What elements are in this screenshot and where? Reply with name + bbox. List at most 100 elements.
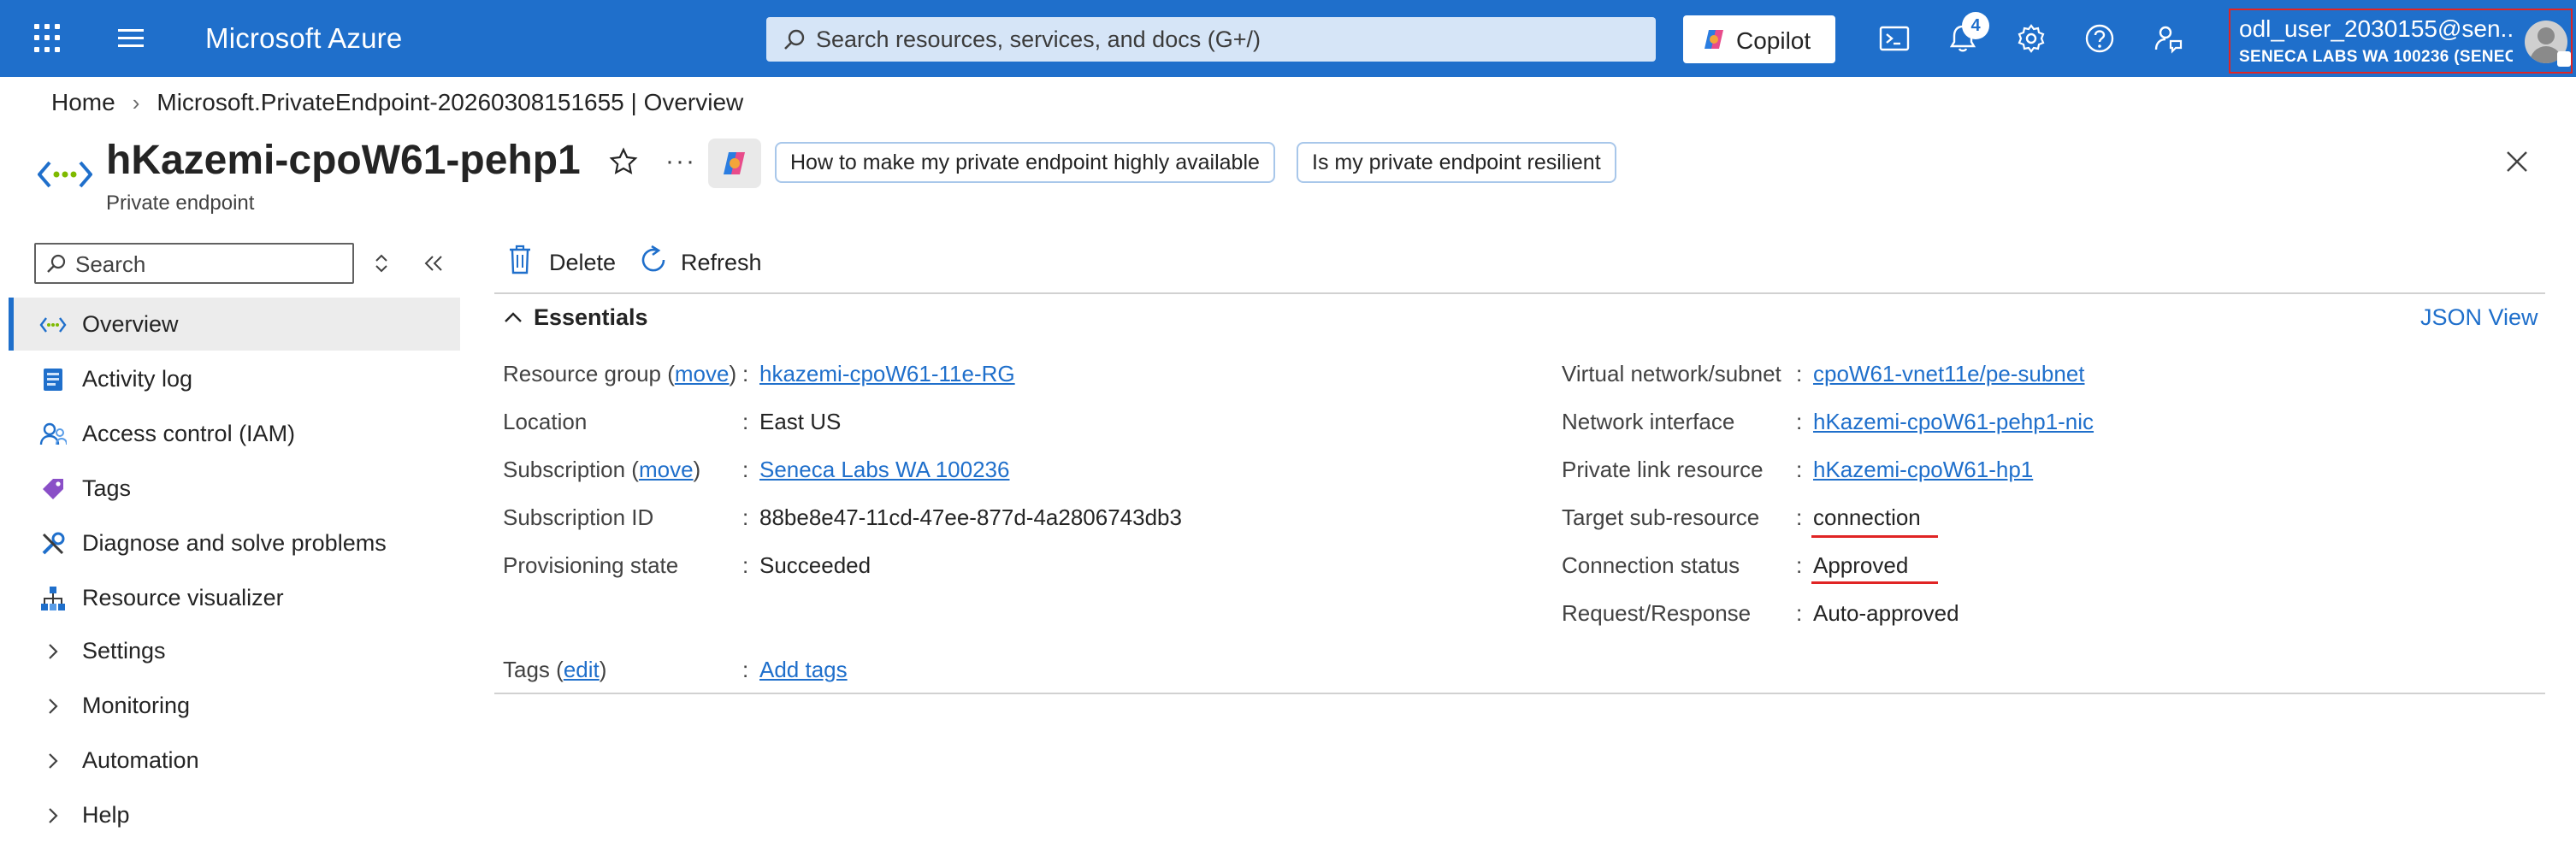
request-response-label: Request/Response [1562, 600, 1752, 626]
nav-item-label: Resource visualizer [82, 585, 284, 610]
connection-status-value: Approved [1813, 552, 1909, 578]
location-value: East US [759, 409, 842, 434]
target-sub-resource-value: connection [1813, 504, 1921, 530]
vnet-subnet-label: Virtual network/subnet [1562, 361, 1781, 386]
colon: : [1796, 552, 1803, 578]
nav-item-label: Monitoring [82, 693, 191, 718]
nav-item-label: Diagnose and solve problems [82, 530, 387, 556]
refresh-button[interactable]: Refresh [638, 245, 766, 279]
edit-tags-link[interactable]: edit [564, 657, 600, 682]
chevron-right-icon [49, 644, 58, 659]
favorite-star-icon[interactable] [609, 147, 638, 176]
resource-visualizer-icon [41, 587, 65, 610]
delete-button[interactable]: Delete [508, 245, 628, 279]
trash-icon [510, 245, 530, 274]
breadcrumb: Home › Microsoft.PrivateEndpoint-2026030… [51, 89, 743, 116]
nav-item-overview[interactable]: Overview [9, 298, 460, 351]
global-search[interactable] [766, 17, 1656, 62]
highlight-underline [1811, 535, 1938, 538]
provisioning-state-label: Provisioning state [503, 552, 679, 578]
nav-item-label: Access control (IAM) [82, 421, 296, 446]
colon: : [1796, 600, 1803, 626]
copilot-prompt-resilient[interactable]: Is my private endpoint resilient [1297, 142, 1616, 183]
network-interface-value[interactable]: hKazemi-cpoW61-pehp1-nic [1813, 409, 2094, 435]
copilot-label: Copilot [1736, 27, 1811, 54]
add-tags-link[interactable]: Add tags [759, 657, 848, 683]
copilot-button[interactable]: Copilot [1683, 15, 1835, 63]
nav-item-resource-visualizer[interactable]: Resource visualizer [9, 571, 460, 624]
nav-item-diagnose[interactable]: Diagnose and solve problems [9, 516, 460, 569]
private-link-resource-label: Private link resource [1562, 457, 1764, 482]
chevron-right-icon [49, 699, 58, 714]
activity-log-icon [44, 369, 62, 391]
nav-group-monitoring[interactable]: Monitoring [9, 679, 460, 732]
lock-icon [2557, 51, 2571, 67]
resource-group-value[interactable]: hkazemi-cpoW61-11e-RG [759, 361, 1015, 387]
subscription-value[interactable]: Seneca Labs WA 100236 [759, 457, 1009, 483]
tags-label: Tags (edit) [503, 657, 607, 682]
more-options-icon[interactable]: ··· [665, 147, 696, 176]
move-resource-group-link[interactable]: move [675, 361, 730, 386]
search-icon [47, 254, 66, 273]
copilot-prompt-high-availability[interactable]: How to make my private endpoint highly a… [775, 142, 1275, 183]
colon: : [742, 409, 749, 434]
access-control-icon [39, 422, 67, 445]
feedback-icon[interactable] [2150, 21, 2186, 56]
highlight-underline [1811, 581, 1938, 584]
nav-search-input[interactable] [75, 251, 349, 277]
nav-search[interactable] [34, 243, 354, 284]
account-manager[interactable]: odl_user_2030155@sen... SENECA LABS WA 1… [2229, 9, 2573, 74]
help-icon[interactable] [2082, 21, 2118, 56]
nav-item-label: Settings [82, 638, 166, 664]
nav-group-help[interactable]: Help [9, 788, 460, 841]
app-launcher-icon[interactable] [34, 24, 63, 53]
expand-collapse-icon[interactable] [371, 251, 392, 275]
nav-item-label: Activity log [82, 366, 193, 392]
colon: : [742, 504, 749, 530]
connection-status-label: Connection status [1562, 552, 1740, 578]
nav-item-tags[interactable]: Tags [9, 462, 460, 515]
colon: : [742, 457, 749, 482]
toolbar-divider [494, 292, 2545, 294]
cloud-shell-icon[interactable] [1876, 21, 1912, 56]
nav-item-access-control[interactable]: Access control (IAM) [9, 407, 460, 460]
wrench-icon [42, 532, 65, 555]
breadcrumb-home[interactable]: Home [51, 89, 115, 116]
private-link-resource-value[interactable]: hKazemi-cpoW61-hp1 [1813, 457, 2033, 483]
refresh-icon [641, 245, 665, 272]
settings-gear-icon[interactable] [2013, 21, 2049, 56]
essentials-title[interactable]: Essentials [534, 304, 648, 331]
nav-item-label: Help [82, 802, 130, 828]
nav-group-automation[interactable]: Automation [9, 734, 460, 787]
close-icon[interactable] [2502, 147, 2532, 176]
subscription-id-value: 88be8e47-11cd-47ee-877d-4a2806743db3 [759, 504, 1182, 530]
colon: : [1796, 504, 1803, 530]
chevron-up-icon[interactable] [503, 308, 523, 328]
json-view-link[interactable]: JSON View [2420, 304, 2538, 331]
copilot-chip[interactable] [708, 139, 761, 188]
vnet-subnet-value[interactable]: cpoW61-vnet11e/pe-subnet [1813, 361, 2085, 387]
move-subscription-link[interactable]: move [639, 457, 694, 482]
private-endpoint-icon [39, 317, 67, 333]
colon: : [1796, 457, 1803, 482]
brand-title[interactable]: Microsoft Azure [205, 22, 402, 55]
colon: : [742, 552, 749, 578]
nav-item-label: Overview [82, 311, 179, 337]
nav-item-label: Automation [82, 747, 199, 773]
resource-group-label: Resource group (move) [503, 361, 737, 386]
global-search-input[interactable] [816, 26, 1637, 53]
nav-item-activity-log[interactable]: Activity log [9, 352, 460, 405]
subscription-label: Subscription (move) [503, 457, 701, 482]
request-response-value: Auto-approved [1813, 600, 1959, 626]
breadcrumb-deployment[interactable]: Microsoft.PrivateEndpoint-20260308151655… [157, 89, 743, 116]
search-icon [784, 29, 805, 50]
essentials-divider [494, 693, 2545, 694]
nav-group-settings[interactable]: Settings [9, 624, 460, 677]
chevron-right-icon [49, 808, 58, 823]
copilot-icon [724, 152, 745, 174]
network-interface-label: Network interface [1562, 409, 1735, 434]
portal-menu-icon[interactable] [118, 29, 144, 48]
refresh-label: Refresh [681, 250, 762, 275]
collapse-menu-icon[interactable] [422, 253, 445, 274]
private-endpoint-icon [38, 161, 92, 188]
